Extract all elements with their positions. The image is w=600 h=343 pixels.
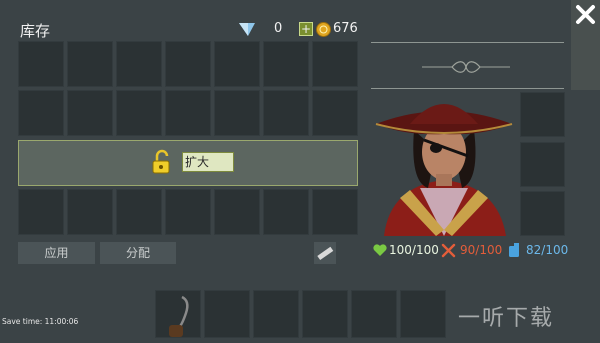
inventory-slot[interactable] (263, 189, 309, 235)
inventory-slot[interactable] (312, 90, 358, 136)
character-portrait (375, 104, 513, 236)
coin-icon (316, 22, 331, 37)
health-value: 100/100 (389, 243, 439, 257)
equipment-slot[interactable] (520, 191, 565, 236)
inventory-slot[interactable] (165, 189, 211, 235)
inventory-slot[interactable] (263, 90, 309, 136)
inventory-slot[interactable] (67, 189, 113, 235)
add-coins-button[interactable]: + (299, 22, 313, 36)
inventory-slot[interactable] (18, 41, 64, 87)
food-value: 90/100 (460, 243, 503, 257)
gem-count: 0 (274, 21, 283, 36)
inventory-slot[interactable] (214, 189, 260, 235)
inventory-slot[interactable] (263, 41, 309, 87)
inventory-slot[interactable] (18, 189, 64, 235)
heart-icon (373, 244, 387, 256)
inventory-slot[interactable] (116, 189, 162, 235)
inventory-slot[interactable] (67, 90, 113, 136)
inventory-slot[interactable] (18, 90, 64, 136)
hotbar-slot[interactable] (253, 290, 299, 338)
inventory-slot[interactable] (214, 41, 260, 87)
ruler-icon (317, 246, 334, 261)
inventory-title: 库存 (20, 22, 51, 40)
sort-button[interactable] (314, 242, 336, 264)
hotbar-slot[interactable] (155, 290, 201, 338)
hook-icon (169, 295, 189, 337)
water-icon (509, 243, 519, 257)
hotbar-slot[interactable] (204, 290, 250, 338)
divider (371, 42, 564, 43)
hotbar-slot[interactable] (351, 290, 397, 338)
close-button[interactable] (571, 0, 600, 90)
unlock-icon[interactable] (151, 149, 173, 175)
divider (371, 88, 564, 89)
apply-button[interactable]: 应用 (18, 242, 95, 264)
coin-count: 676 (333, 21, 358, 36)
inventory-slot[interactable] (312, 41, 358, 87)
inventory-slot[interactable] (67, 41, 113, 87)
inventory-slot[interactable] (214, 90, 260, 136)
equipment-slot[interactable] (520, 142, 565, 187)
equipment-slot[interactable] (520, 92, 565, 137)
distribute-button[interactable]: 分配 (100, 242, 176, 264)
inventory-slot[interactable] (116, 41, 162, 87)
inventory-slot[interactable] (116, 90, 162, 136)
gem-icon (239, 23, 255, 36)
ornament-icon (422, 61, 510, 73)
close-icon (576, 5, 595, 24)
food-icon (441, 243, 456, 258)
water-value: 82/100 (526, 243, 569, 257)
save-time: Save time: 11:00:06 (2, 317, 79, 326)
expand-label[interactable]: 扩大 (182, 152, 234, 172)
hotbar-slot[interactable] (302, 290, 348, 338)
inventory-slot[interactable] (312, 189, 358, 235)
hotbar-slot[interactable] (400, 290, 446, 338)
inventory-slot[interactable] (165, 90, 211, 136)
watermark: 一听下载 (458, 306, 555, 331)
inventory-slot[interactable] (165, 41, 211, 87)
